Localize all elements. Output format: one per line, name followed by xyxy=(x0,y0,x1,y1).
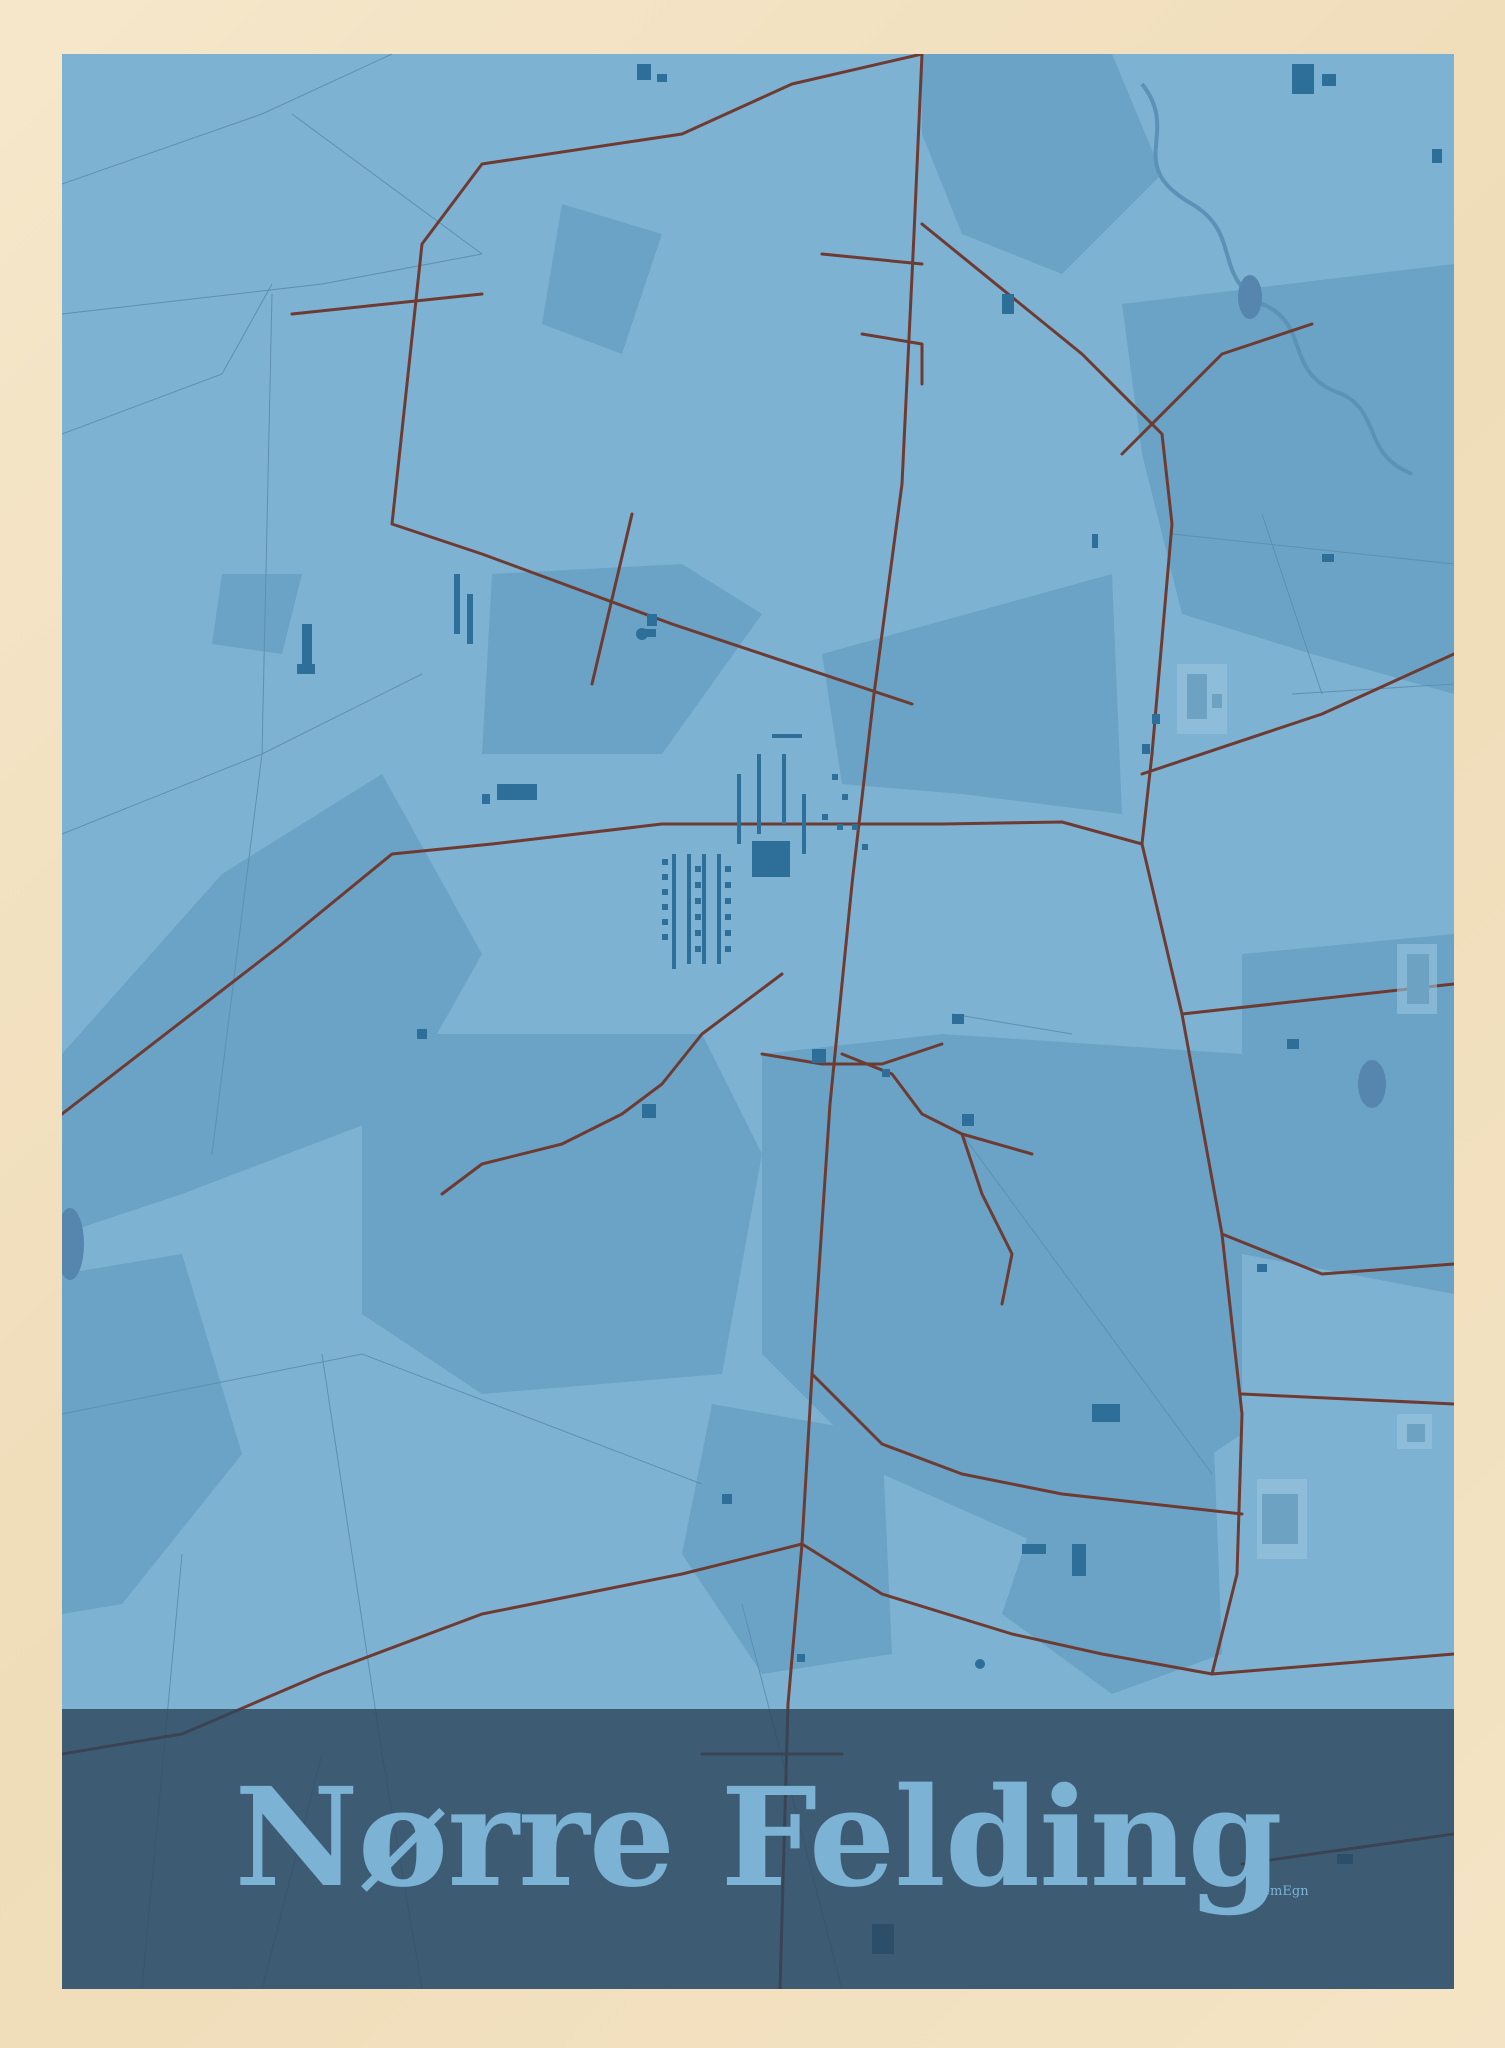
lake xyxy=(1238,275,1262,319)
map-poster: Nørre Felding HjemEgn xyxy=(62,54,1454,1989)
map-canvas xyxy=(62,54,1454,1989)
brand-logo: HjemEgn xyxy=(1247,1884,1309,1899)
pond xyxy=(1358,1060,1386,1108)
poster-title: Nørre Felding xyxy=(234,1758,1282,1918)
